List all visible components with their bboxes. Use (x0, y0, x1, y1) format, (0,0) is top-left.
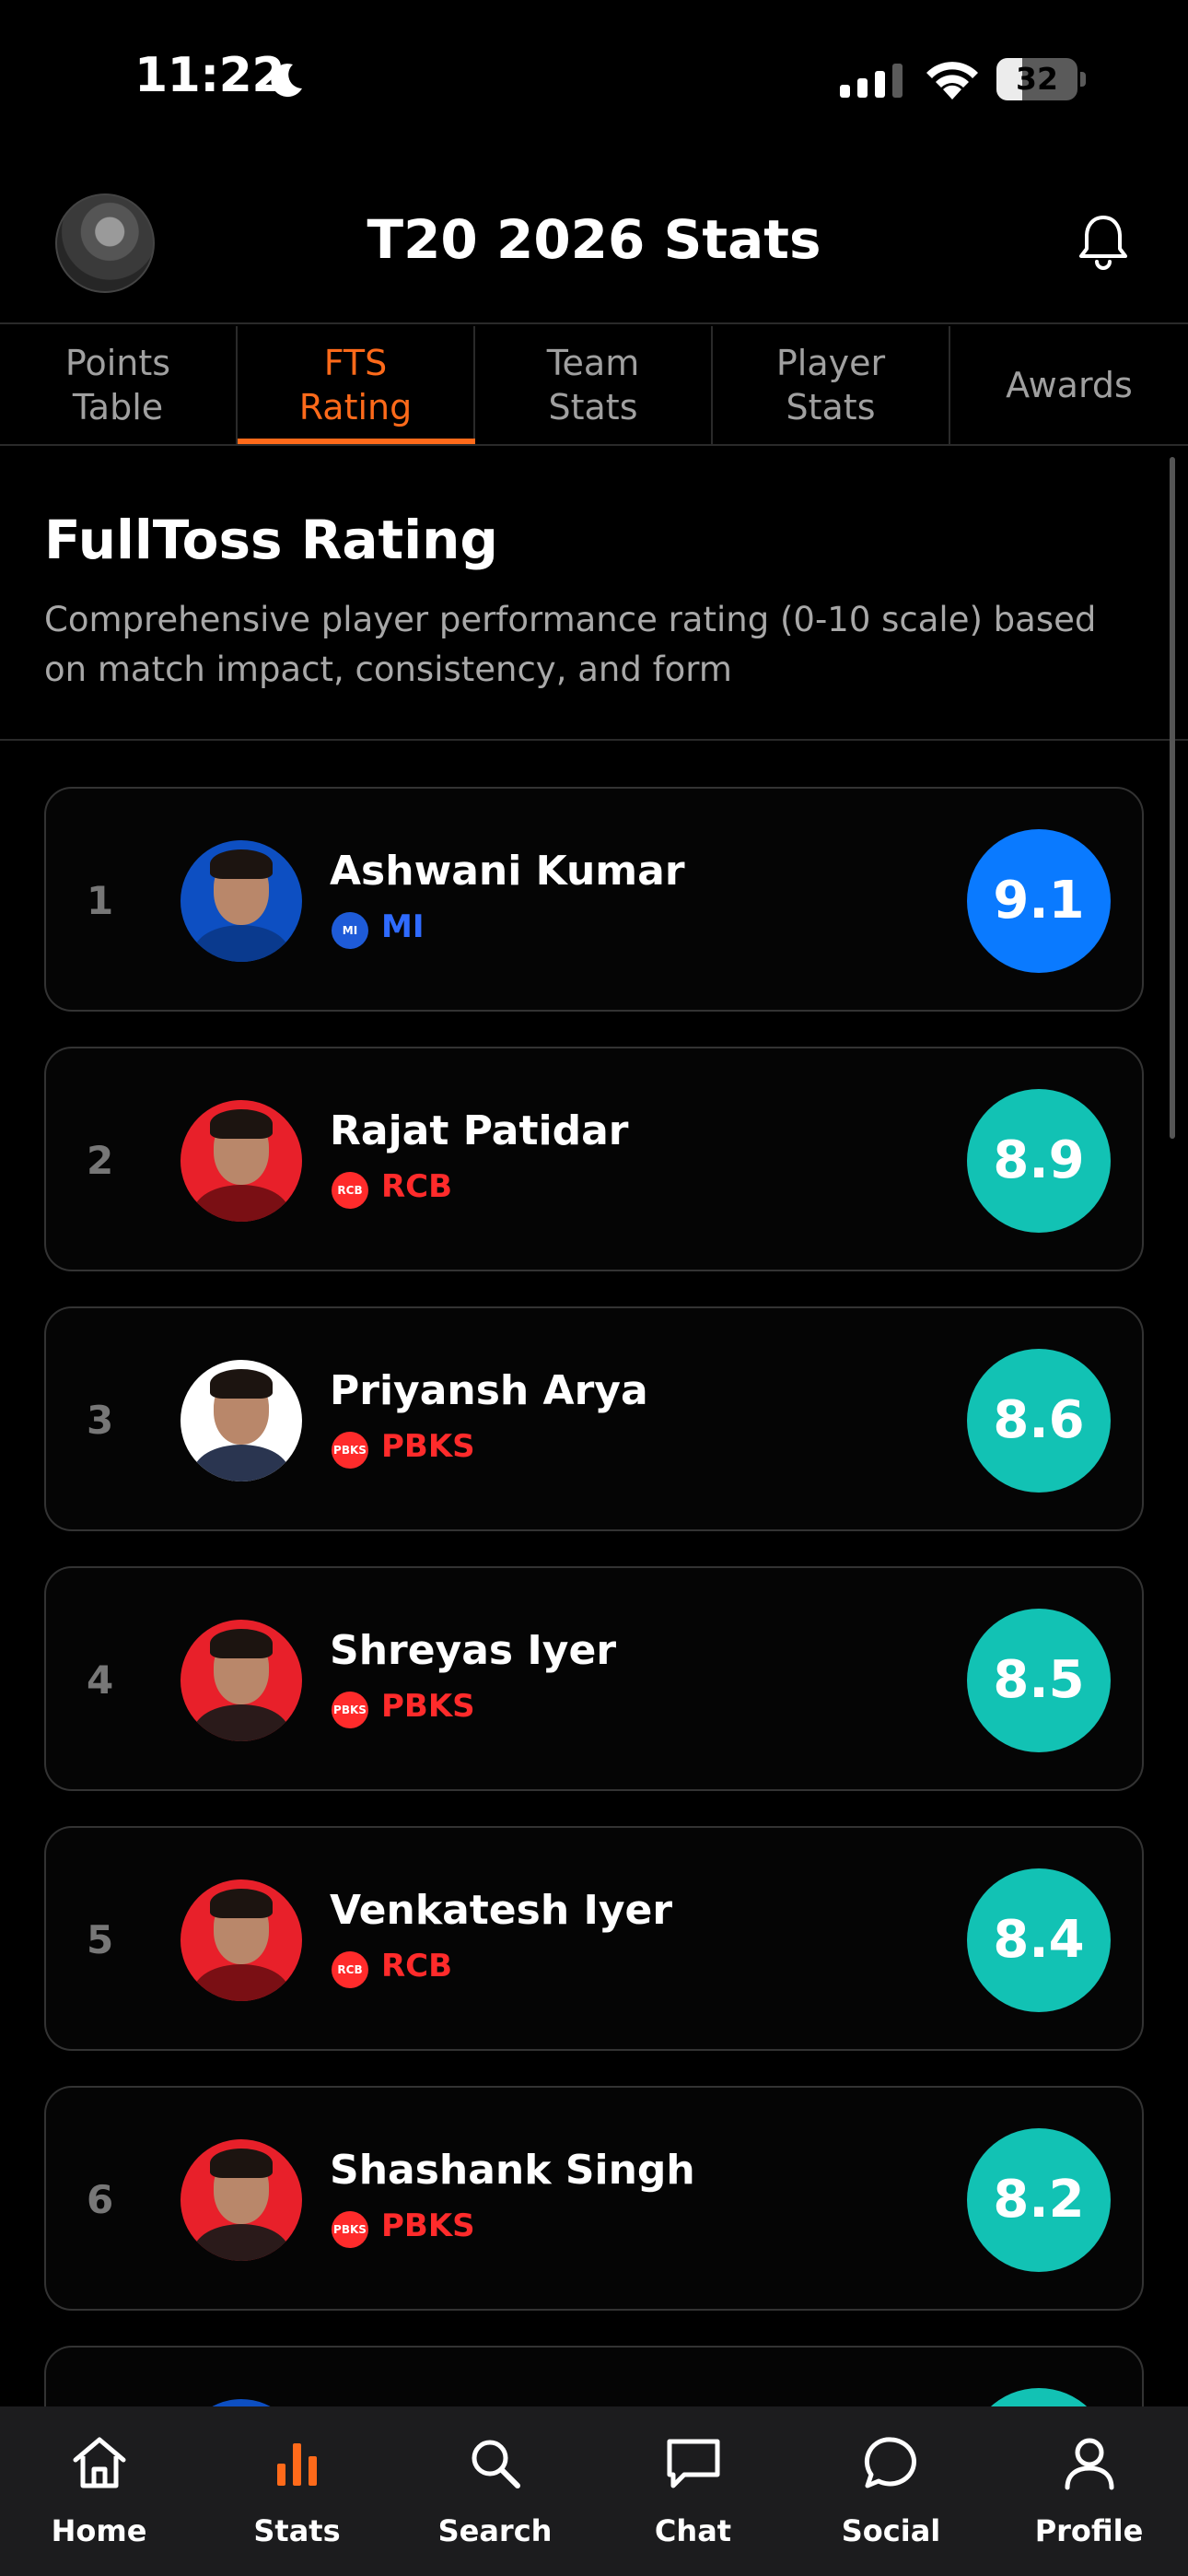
rating-section-header: FullToss Rating Comprehensive player per… (0, 448, 1188, 741)
nav-profile-label: Profile (1034, 2513, 1144, 2548)
nav-chat-label: Chat (654, 2513, 732, 2548)
team-logo-icon: PBKS (332, 1692, 368, 1728)
player-jersey (193, 1704, 289, 1741)
player-hair (210, 1629, 273, 1658)
section-title: FullToss Rating (44, 509, 498, 571)
status-time: 11:22 (134, 48, 285, 103)
player-card[interactable]: 4 Shreyas Iyer PBKS PBKS 8.5 (44, 1566, 1144, 1791)
stats-tabs: Points Table FTS Rating Team Stats Playe… (0, 326, 1188, 446)
bell-icon[interactable] (1070, 210, 1136, 276)
player-jersey (193, 925, 289, 962)
nav-social[interactable]: Social (792, 2406, 990, 2576)
nav-chat[interactable]: Chat (594, 2406, 792, 2576)
player-photo (181, 840, 302, 962)
player-card[interactable]: 2 Rajat Patidar RCB RCB 8.9 (44, 1047, 1144, 1271)
player-jersey (193, 1964, 289, 2001)
player-card[interactable]: 5 Venkatesh Iyer RCB RCB 8.4 (44, 1826, 1144, 2051)
player-name: Venkatesh Iyer (330, 1887, 673, 1934)
player-name: Rajat Patidar (330, 1107, 629, 1154)
nav-home-label: Home (51, 2513, 147, 2548)
battery-percentage: 32 (1016, 61, 1058, 97)
tab-team-stats[interactable]: Team Stats (475, 326, 713, 444)
rating-score-badge: 9.1 (967, 829, 1111, 973)
player-photo (181, 1620, 302, 1741)
home-icon (73, 2437, 126, 2488)
page-title: T20 2026 Stats (367, 208, 821, 271)
battery-tip (1080, 72, 1086, 87)
rating-score-badge: 8.9 (967, 1089, 1111, 1233)
player-card[interactable]: 6 Shashank Singh PBKS PBKS 8.2 (44, 2086, 1144, 2311)
tab-points-table[interactable]: Points Table (0, 326, 238, 444)
player-photo (181, 1879, 302, 2001)
player-jersey (193, 1185, 289, 1222)
player-rank (87, 2348, 123, 2408)
player-card[interactable]: 1 Ashwani Kumar MI MI 9.1 (44, 787, 1144, 1012)
profile-icon (1065, 2438, 1114, 2490)
nav-search-label: Search (437, 2513, 553, 2548)
section-description: Comprehensive player performance rating … (44, 600, 1097, 689)
player-rank: 5 (87, 1917, 114, 1962)
player-rank: 4 (87, 1657, 114, 1703)
team-code: PBKS (381, 1428, 475, 1465)
team-logo-icon: RCB (332, 1951, 368, 1988)
player-name: Shreyas Iyer (330, 1627, 617, 1674)
nav-social-label: Social (841, 2513, 941, 2548)
player-card[interactable]: 3 Priyansh Arya PBKS PBKS 8.6 (44, 1306, 1144, 1531)
player-hair (210, 2149, 273, 2178)
team-logo-icon: PBKS (332, 1432, 368, 1469)
player-hair (210, 1109, 273, 1139)
player-jersey (193, 2224, 289, 2261)
app-header: T20 2026 Stats (0, 166, 1188, 324)
bottom-navigation: Home Stats Search Chat Social Profile (0, 2406, 1188, 2576)
team-code: RCB (381, 1948, 453, 1985)
rating-score-badge (967, 2388, 1111, 2408)
team-code: PBKS (381, 2207, 475, 2244)
social-icon (864, 2437, 916, 2488)
stats-icon (277, 2443, 317, 2486)
search-icon (472, 2440, 520, 2488)
player-rank: 3 (87, 1398, 114, 1443)
team-code: RCB (381, 1168, 453, 1205)
chat-icon (667, 2439, 720, 2488)
rating-list: 1 Ashwani Kumar MI MI 9.1 2 Rajat Patida… (44, 787, 1144, 2408)
nav-stats[interactable]: Stats (198, 2406, 396, 2576)
player-name: Priyansh Arya (330, 1367, 648, 1414)
tab-fts-rating[interactable]: FTS Rating (238, 326, 475, 444)
player-hair (210, 1369, 273, 1399)
player-photo (181, 1100, 302, 1222)
player-hair (210, 1889, 273, 1918)
player-name: Shashank Singh (330, 2147, 695, 2194)
team-logo-icon: RCB (332, 1172, 368, 1209)
rating-score-badge: 8.4 (967, 1868, 1111, 2012)
player-rank: 2 (87, 1138, 114, 1183)
player-photo (181, 1360, 302, 1481)
team-logo-icon: MI (332, 912, 368, 949)
tab-player-stats[interactable]: Player Stats (713, 326, 950, 444)
nav-stats-label: Stats (253, 2513, 341, 2548)
player-rank: 6 (87, 2177, 114, 2222)
scrollbar[interactable] (1170, 457, 1175, 1139)
nav-home[interactable]: Home (0, 2406, 198, 2576)
cellular-signal-icon (840, 64, 903, 98)
tab-awards[interactable]: Awards (950, 326, 1188, 444)
rating-score-badge: 8.2 (967, 2128, 1111, 2272)
nav-search[interactable]: Search (396, 2406, 594, 2576)
player-hair (210, 849, 273, 879)
player-photo (181, 2139, 302, 2261)
team-code: MI (381, 908, 425, 945)
player-name: Ashwani Kumar (330, 848, 685, 895)
status-bar: 11:22 32 (0, 0, 1188, 166)
player-card[interactable] (44, 2346, 1144, 2408)
nav-profile[interactable]: Profile (990, 2406, 1188, 2576)
moon-icon (271, 64, 302, 98)
team-code: PBKS (381, 1688, 475, 1725)
wifi-icon (926, 62, 978, 100)
player-jersey (193, 1445, 289, 1481)
rating-score-badge: 8.5 (967, 1609, 1111, 1752)
player-rank: 1 (87, 878, 114, 923)
battery-indicator: 32 (996, 58, 1086, 100)
team-logo-icon: PBKS (332, 2211, 368, 2248)
stats-screen: 11:22 32 T20 2026 Stats Points Table FTS… (0, 0, 1188, 2576)
rating-score-badge: 8.6 (967, 1349, 1111, 1493)
